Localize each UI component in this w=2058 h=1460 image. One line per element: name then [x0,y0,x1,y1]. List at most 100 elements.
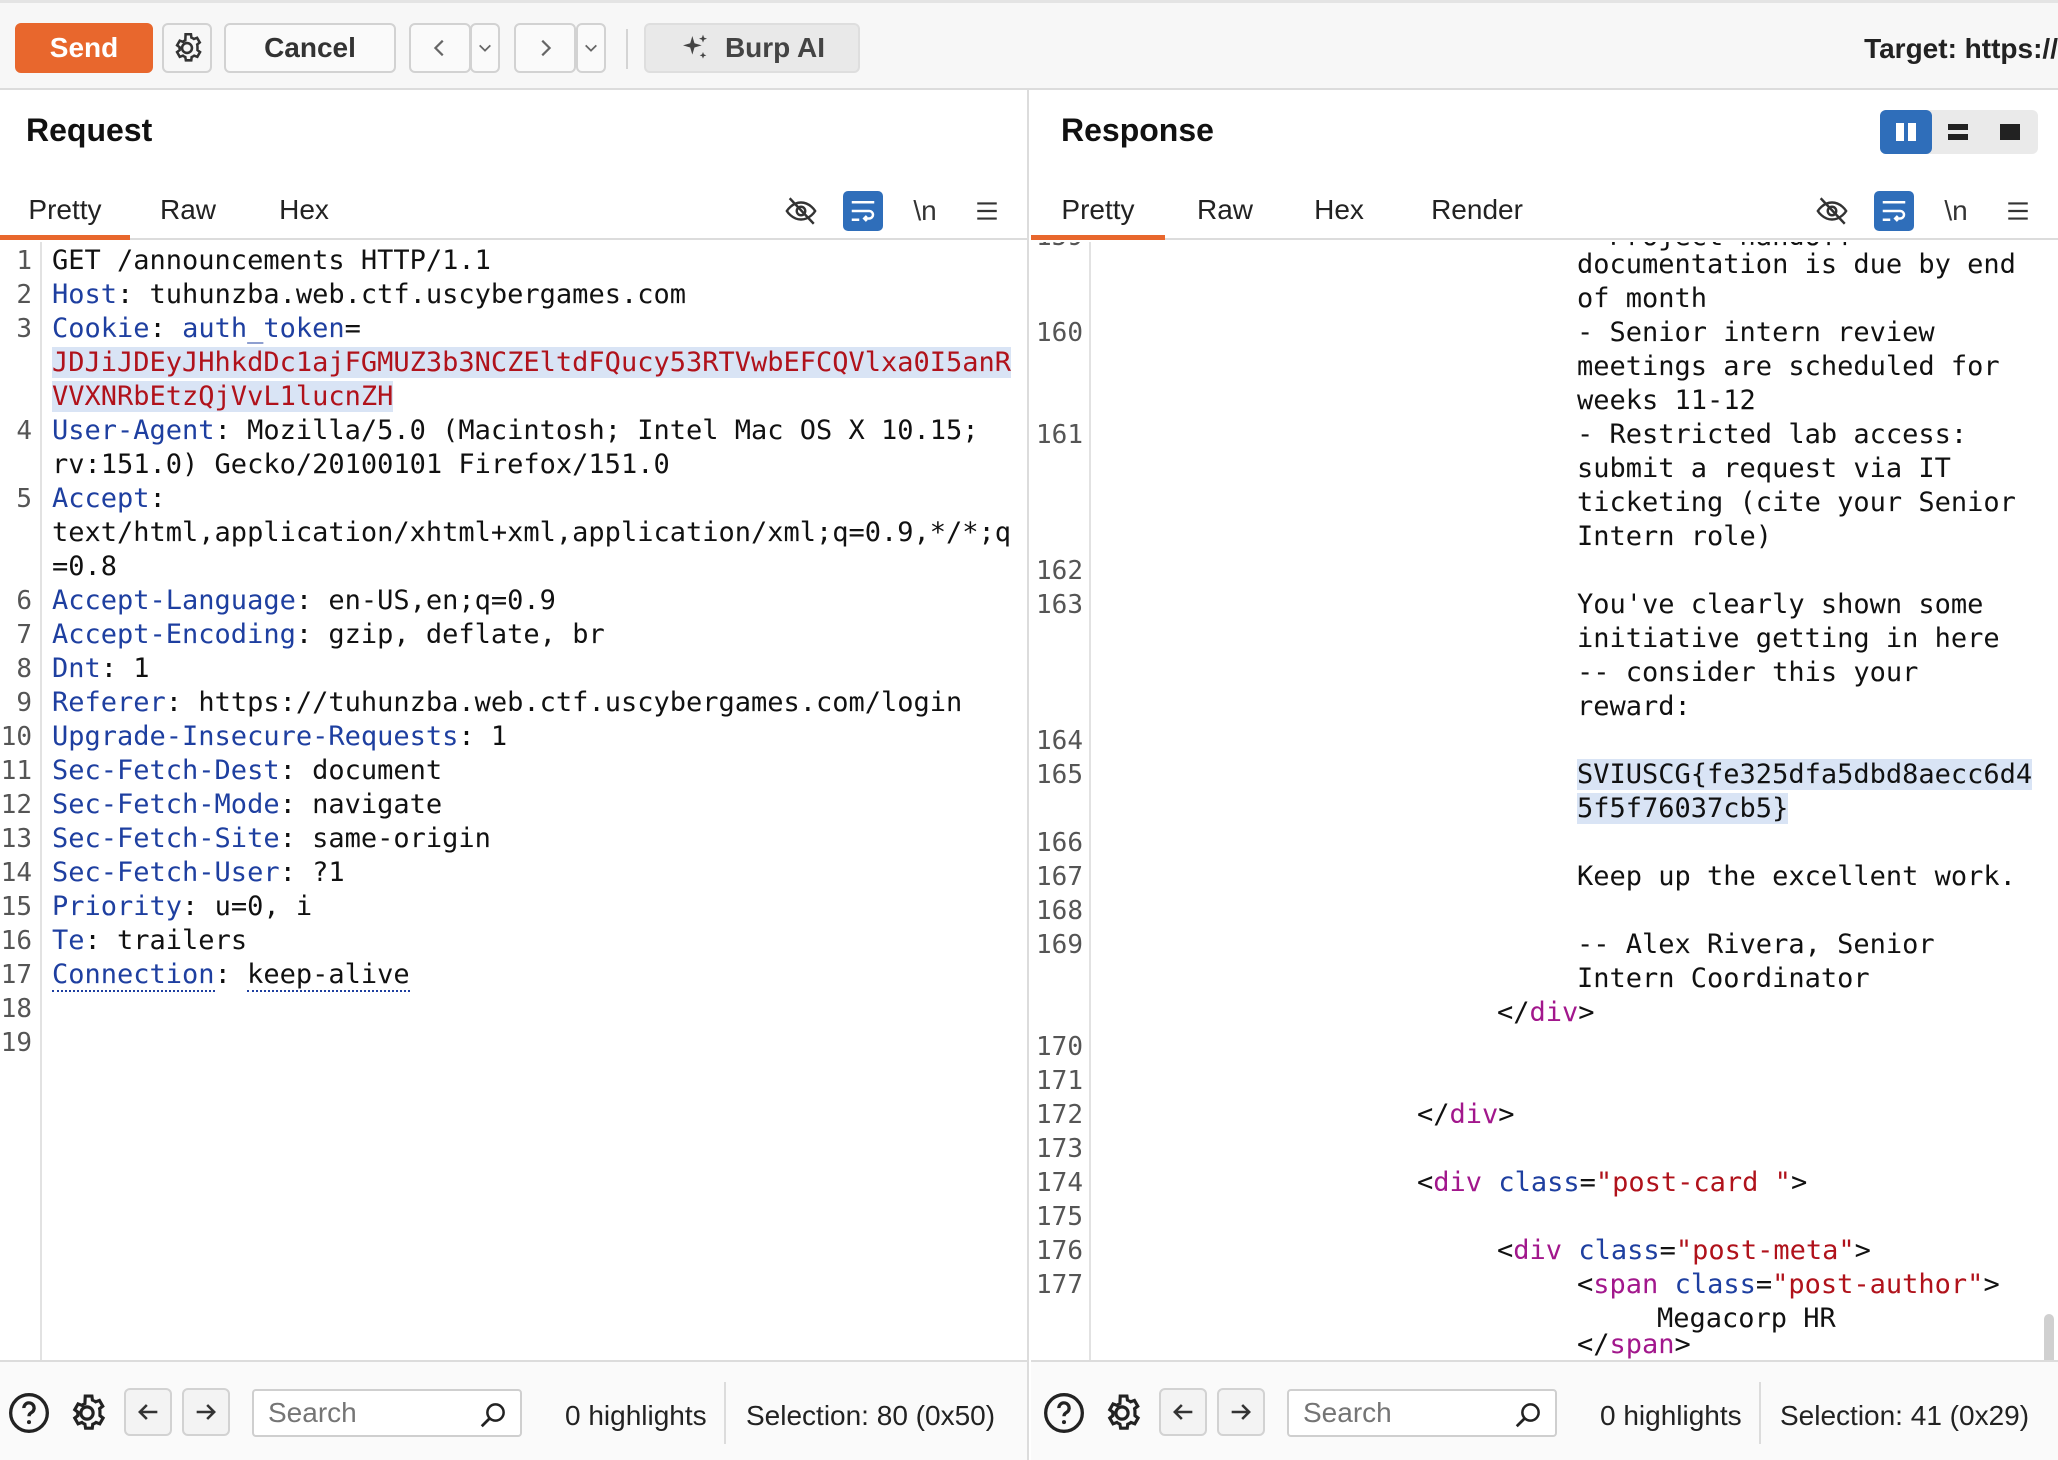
line-number: 166 [1036,828,1083,858]
line-number: 164 [1036,726,1083,756]
rows-icon [1948,124,1968,140]
line-number: 170 [1036,1032,1083,1062]
cookie-value[interactable]: VVXNRbEtzQjVvL1lucnZH [52,381,394,412]
help-button[interactable] [1041,1390,1087,1436]
header-name: Cookie [52,313,150,344]
tab-hex[interactable]: Hex [1291,188,1387,240]
more-options-button[interactable] [1998,191,2038,231]
previous-match-button[interactable] [124,1388,172,1436]
line-number: 169 [1036,930,1083,960]
burp-ai-button[interactable]: Burp AI [644,23,860,73]
word-wrap-toggle[interactable] [1874,191,1914,231]
line-number: 161 [1036,420,1083,450]
forward-button[interactable] [514,23,576,73]
send-settings-button[interactable] [162,23,212,73]
hide-nonprintable-button[interactable] [781,191,821,231]
tag-name: div [1529,997,1579,1028]
header-line: Connection: keep-alive [52,959,410,992]
arrow-left-icon [138,1404,158,1420]
target-label[interactable]: Target: https:// [1864,33,2058,65]
status-divider [724,1382,726,1444]
columns-icon [1896,123,1916,141]
highlights-count: 0 highlights [1600,1400,1742,1431]
header-name: Te [52,925,85,956]
tab-raw[interactable]: Raw [140,188,236,240]
tab-pretty[interactable]: Pretty [0,188,130,240]
previous-match-button[interactable] [1159,1388,1207,1436]
code-line: initiative getting in here [1577,622,2000,656]
response-bottom-bar: 0 highlights Selection: 41 (0x29) [1031,1360,2058,1460]
flag-line[interactable]: 5f5f76037cb5} [1577,792,1789,826]
line-number: 15 [0,892,32,922]
chevron-right-icon [541,39,552,57]
attr-value: "post-meta" [1675,1235,1855,1266]
line-number: 10 [0,722,32,752]
flag-line[interactable]: SVIUSCG{fe325dfa5dbd8aecc6d4 [1577,758,2033,792]
tag-name: span [1609,1329,1675,1360]
layout-stacked-button[interactable] [1932,110,1984,154]
burp-ai-label: Burp AI [724,32,826,63]
header-name: Sec-Fetch-User [52,857,280,888]
response-editor[interactable]: 159- Project handoffdocumentation is due… [1031,242,2058,1360]
show-newlines-toggle[interactable]: \n [905,191,945,231]
more-options-button[interactable] [967,191,1007,231]
header-name: Host [52,279,118,310]
line-number: 168 [1036,896,1083,926]
header-value: same-origin [312,823,491,854]
cookie-value[interactable]: JDJiJDEyJHhkdDc1ajFGMUZ3b3NCZEltdFQucy53… [52,347,1012,378]
back-button[interactable] [409,23,471,73]
hide-nonprintable-button[interactable] [1812,191,1852,231]
back-history-dropdown[interactable] [470,23,500,73]
header-line: Accept-Encoding: gzip, deflate, br [52,619,605,650]
header-name: Accept-Encoding [52,619,296,650]
header-name: Upgrade-Insecure-Requests [52,721,459,752]
header-value: https://tuhunzba.web.ctf.uscybergames.co… [198,687,963,718]
tab-raw[interactable]: Raw [1177,188,1273,240]
request-editor[interactable]: 1 GET /announcements HTTP/1.1 2 Host: tuhun… [0,242,1027,1360]
arrow-right-icon [1231,1404,1251,1420]
header-name: Priority [52,891,183,922]
layout-switcher [1880,110,2038,154]
code-line: weeks 11-12 [1577,384,1756,418]
line-text: meetings are scheduled for [1577,351,2000,382]
tab-pretty[interactable]: Pretty [1031,188,1165,240]
line-number: 8 [16,654,32,684]
line-text: reward: [1577,691,1691,722]
line-number: 2 [16,280,32,310]
vertical-scrollbar[interactable] [2044,1314,2054,1360]
code-line: - Senior intern review [1577,316,1935,350]
header-name: Sec-Fetch-Mode [52,789,280,820]
line-number: 162 [1036,556,1083,586]
header-name: Sec-Fetch-Site [52,823,280,854]
header-line: Accept-Language: en-US,en;q=0.9 [52,585,556,616]
header-line: Accept: [52,483,183,514]
tab-hex[interactable]: Hex [256,188,352,240]
code-line: submit a request via IT [1577,452,1951,486]
word-wrap-toggle[interactable] [843,191,883,231]
next-match-button[interactable] [1217,1388,1265,1436]
open-tag-line: <span class="post-author"> [1577,1269,2000,1300]
header-name: User-Agent [52,415,215,446]
layout-tabs-button[interactable] [1984,110,2036,154]
header-name: Referer [52,687,166,718]
header-value-wrap: rv:151.0) Gecko/20100101 Firefox/151.0 [52,449,670,480]
layout-side-by-side-button[interactable] [1880,110,1932,154]
forward-history-dropdown[interactable] [576,23,606,73]
line-number: 4 [16,416,32,446]
header-line: User-Agent: Mozilla/5.0 (Macintosh; Inte… [52,415,979,446]
send-button[interactable]: Send [15,23,153,73]
header-name: Sec-Fetch-Dest [52,755,280,786]
show-newlines-toggle[interactable]: \n [1936,191,1976,231]
search-icon [1515,1403,1540,1428]
header-value: tuhunzba.web.ctf.uscybergames.com [149,279,686,310]
next-match-button[interactable] [182,1388,230,1436]
cookie-value-line: VVXNRbEtzQjVvL1lucnZH [52,380,394,414]
search-settings-button[interactable] [1099,1390,1145,1436]
cancel-button[interactable]: Cancel [224,23,396,73]
search-settings-button[interactable] [64,1390,110,1436]
help-button[interactable] [6,1390,52,1436]
code-line: reward: [1577,690,1691,724]
tab-render[interactable]: Render [1407,188,1547,240]
header-line: Te: trailers [52,925,248,956]
sparkle-icon [682,34,707,59]
